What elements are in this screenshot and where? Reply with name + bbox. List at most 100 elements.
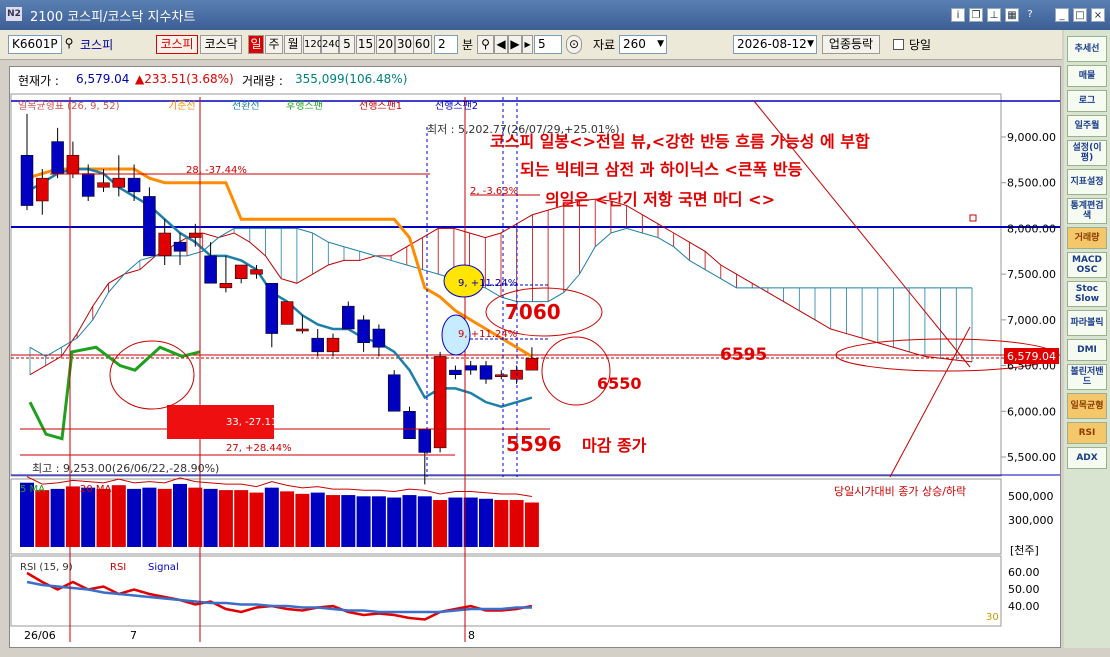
minute-input[interactable]: 2 — [434, 35, 458, 54]
period-30-button[interactable]: 30 — [395, 35, 414, 54]
period-5-button[interactable]: 5 — [339, 35, 355, 54]
right-menu-item[interactable]: 매물 — [1067, 65, 1107, 87]
next-icon[interactable]: ▶ — [508, 35, 522, 54]
volume-bar — [264, 487, 279, 547]
right-menu-item[interactable]: 일목균형 — [1067, 393, 1107, 419]
price-chart-svg[interactable]: 28, -37.44% 2, -3.63% 9, +11.24% 9, +11.… — [10, 67, 1060, 647]
candle-body — [418, 429, 432, 453]
volume-bar — [295, 493, 310, 547]
vol-legend-5ma: 5 MA — [20, 484, 45, 495]
legend-tenkan: 전환선 — [232, 100, 260, 112]
right-menu-item[interactable]: 통계편검색 — [1067, 198, 1107, 224]
right-menu-item[interactable]: MACD OSC — [1067, 252, 1107, 278]
kosdaq-button[interactable]: 코스닥 — [200, 35, 242, 54]
minute-label: 분 — [462, 38, 474, 52]
period-120-button[interactable]: 120 — [303, 35, 323, 54]
right-menu-item[interactable]: 지표설정 — [1067, 169, 1107, 195]
candle-body — [97, 182, 110, 188]
period-15-button[interactable]: 15 — [356, 35, 375, 54]
right-menu-item[interactable]: RSI — [1067, 422, 1107, 444]
measure-text-6: 27, +28.44% — [226, 443, 292, 454]
lock-icon[interactable]: ▦ — [1005, 8, 1019, 22]
measure-text-5: 33, -27.11% — [226, 417, 287, 428]
right-menu-item[interactable]: 파라볼릭 — [1067, 310, 1107, 336]
right-menu-item[interactable]: DMI — [1067, 339, 1107, 361]
period-week-button[interactable]: 주 — [265, 35, 283, 54]
prev-icon[interactable]: ◀ — [494, 35, 508, 54]
volume-bar — [173, 483, 187, 547]
closing-label: 마감 종가 — [582, 436, 647, 455]
level-6550: 6550 — [597, 374, 642, 393]
right-menu-item[interactable]: 설정(이평) — [1067, 140, 1107, 166]
candle-body — [51, 141, 64, 174]
pin-icon[interactable]: ⊥ — [987, 8, 1001, 22]
right-menu-item[interactable]: 볼린저밴드 — [1067, 364, 1107, 390]
candle-body — [204, 255, 217, 284]
volume-bar — [310, 492, 325, 547]
search-icon[interactable]: ⚲ — [62, 35, 76, 54]
title-bar: N2 2100 코스피/코스닥 지수차트 i ❐ ⊥ ▦ ? _ □ × — [0, 0, 1110, 30]
end-icon[interactable]: ▸ — [522, 35, 533, 54]
right-menu-item[interactable]: Stoc Slow — [1067, 281, 1107, 307]
high-low-label-bottom: 최고 : 9,253.00(26/06/22,-28.90%) — [32, 462, 219, 475]
chevron-down-icon: ▼ — [657, 39, 664, 49]
kospi-button[interactable]: 코스피 — [156, 35, 198, 54]
period-240-button[interactable]: 240 — [321, 35, 341, 54]
volume-bar — [35, 490, 50, 547]
chart-area[interactable]: 현재가 : 6,579.04 ▲233.51(3.68%) 거래량 : 355,… — [9, 66, 1061, 648]
help-icon[interactable]: ? — [1023, 8, 1037, 22]
code-input[interactable]: K6601P — [8, 35, 62, 54]
vol-tick-500k: 500,000 — [1008, 490, 1054, 503]
legend-span2: 선행스팬2 — [435, 100, 478, 112]
maximize-icon[interactable]: □ — [1073, 8, 1087, 22]
volume-bar — [371, 496, 386, 547]
x-label-jul: 7 — [130, 629, 137, 642]
candle-body — [81, 173, 95, 197]
right-menu-item[interactable]: 일주월 — [1067, 115, 1107, 137]
grid-lines — [1001, 136, 1006, 458]
close-icon[interactable]: × — [1091, 8, 1105, 22]
restore-icon[interactable]: ❐ — [969, 8, 983, 22]
sector-button[interactable]: 업종등락 — [822, 35, 880, 54]
volume-bar — [234, 490, 249, 547]
period-20-button[interactable]: 20 — [376, 35, 395, 54]
rsi-line — [26, 571, 533, 621]
right-menu-item[interactable]: 거래량 — [1067, 227, 1107, 249]
rsi-level-30: 30 — [986, 612, 999, 623]
clock-icon[interactable]: ⊙ — [566, 35, 582, 54]
level-7060: 7060 — [505, 300, 561, 324]
info-icon[interactable]: i — [951, 8, 965, 22]
volume-bar — [402, 495, 417, 547]
ellipse-chikou — [109, 340, 195, 410]
data-count-select[interactable]: 260 ▼ — [619, 35, 667, 54]
volume-bar — [142, 487, 157, 547]
right-menu: 추세선매물로그일주월설정(이평) 지표설정통계편검색거래량 MACD OSC Stoc… — [1064, 30, 1110, 657]
right-menu-item[interactable]: ADX — [1067, 447, 1107, 469]
period-60-button[interactable]: 60 — [413, 35, 432, 54]
legend-kijun: 기준선 — [168, 100, 196, 112]
code-name: 코스피 — [80, 38, 114, 52]
period-day-button[interactable]: 일 — [248, 35, 264, 54]
candle-body — [495, 374, 508, 377]
app-logo-icon: N2 — [6, 7, 22, 21]
rsi-lines — [26, 571, 533, 621]
volume-bar — [387, 497, 402, 547]
minimize-icon[interactable]: _ — [1055, 8, 1069, 22]
right-menu-item[interactable]: 로그 — [1067, 90, 1107, 112]
volume-bar — [249, 492, 264, 547]
date-select[interactable]: 2026-08-12 ▼ — [733, 35, 817, 54]
level-5596: 5596 — [506, 432, 562, 456]
today-checkbox[interactable] — [893, 39, 904, 50]
measure-text-3: 9, +11.24% — [458, 278, 517, 289]
x-label-jun: 26/06 — [24, 629, 56, 642]
candle-body — [173, 241, 187, 252]
rsi-legend-params: RSI (15, 9) — [20, 562, 73, 573]
volume-bar — [65, 486, 80, 547]
volume-bar — [326, 495, 340, 547]
zoom-icon[interactable]: ⚲ — [477, 35, 494, 54]
right-menu-item[interactable]: 추세선 — [1067, 36, 1107, 62]
volume-bar — [218, 490, 233, 547]
period-month-button[interactable]: 월 — [284, 35, 302, 54]
indicator-lines — [26, 167, 533, 441]
step-input[interactable]: 5 — [534, 35, 562, 54]
